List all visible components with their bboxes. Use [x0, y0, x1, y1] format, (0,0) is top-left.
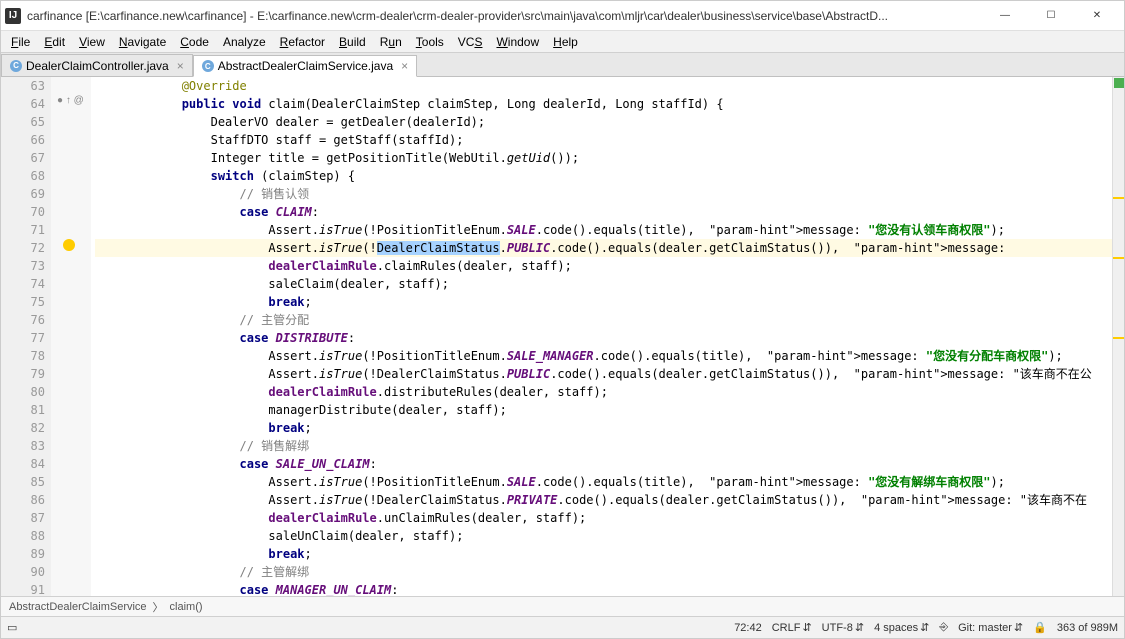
menu-code[interactable]: Code: [174, 33, 215, 51]
breadcrumb-separator: 〉: [153, 599, 164, 615]
error-stripe[interactable]: [1112, 77, 1124, 596]
gutter-icon-strip: ● ↑ @: [51, 77, 91, 596]
editor-tabs: C DealerClaimController.java × C Abstrac…: [1, 53, 1124, 77]
memory-indicator[interactable]: 363 of 989M: [1057, 622, 1118, 634]
menu-analyze[interactable]: Analyze: [217, 33, 272, 51]
maximize-button[interactable]: ☐: [1028, 1, 1074, 31]
breadcrumb: AbstractDealerClaimService 〉 claim(): [1, 596, 1124, 616]
menu-refactor[interactable]: Refactor: [274, 33, 331, 51]
git-branch[interactable]: Git: master ⇵: [958, 621, 1023, 634]
indent-setting[interactable]: 4 spaces ⇵: [874, 621, 929, 634]
code-editor[interactable]: @Override public void claim(DealerClaimS…: [91, 77, 1112, 596]
tab-dealer-claim-controller[interactable]: C DealerClaimController.java ×: [1, 54, 193, 76]
menu-file[interactable]: File: [5, 33, 36, 51]
lock-icon[interactable]: 🔒: [1033, 621, 1047, 634]
window-title: carfinance [E:\carfinance.new\carfinance…: [27, 9, 982, 23]
readonly-toggle-icon[interactable]: ⎆: [939, 621, 948, 634]
menu-tools[interactable]: Tools: [410, 33, 450, 51]
minimize-button[interactable]: —: [982, 1, 1028, 31]
java-class-icon: C: [202, 60, 214, 72]
menu-build[interactable]: Build: [333, 33, 372, 51]
java-class-icon: C: [10, 60, 22, 72]
window-controls: — ☐ ✕: [982, 1, 1120, 31]
tab-label: DealerClaimController.java: [26, 59, 169, 73]
line-number-gutter[interactable]: 63 64 65 66 67 68 69 70 71 72 73 74 75 7…: [1, 77, 51, 596]
title-bar: IJ carfinance [E:\carfinance.new\carfina…: [1, 1, 1124, 31]
caret-position[interactable]: 72:42: [734, 622, 762, 634]
close-icon[interactable]: ×: [177, 59, 184, 73]
close-button[interactable]: ✕: [1074, 1, 1120, 31]
menu-help[interactable]: Help: [547, 33, 584, 51]
editor-area: 63 64 65 66 67 68 69 70 71 72 73 74 75 7…: [1, 77, 1124, 596]
breadcrumb-method[interactable]: claim(): [170, 601, 203, 613]
close-icon[interactable]: ×: [401, 59, 408, 73]
menu-bar: File Edit View Navigate Code Analyze Ref…: [1, 31, 1124, 53]
menu-window[interactable]: Window: [490, 33, 545, 51]
file-encoding[interactable]: UTF-8 ⇵: [822, 621, 864, 634]
inspection-indicator-icon[interactable]: [1114, 78, 1124, 88]
menu-run[interactable]: Run: [374, 33, 408, 51]
menu-vcs[interactable]: VCS: [452, 33, 489, 51]
menu-navigate[interactable]: Navigate: [113, 33, 172, 51]
app-icon: IJ: [5, 8, 21, 24]
override-gutter-icon[interactable]: ● ↑ @: [57, 95, 84, 106]
tab-label: AbstractDealerClaimService.java: [218, 59, 393, 73]
menu-view[interactable]: View: [73, 33, 111, 51]
menu-edit[interactable]: Edit: [38, 33, 71, 51]
breadcrumb-class[interactable]: AbstractDealerClaimService: [9, 601, 147, 613]
line-separator[interactable]: CRLF ⇵: [772, 621, 812, 634]
intention-bulb-icon[interactable]: [63, 239, 75, 251]
tab-abstract-dealer-claim-service[interactable]: C AbstractDealerClaimService.java ×: [193, 55, 417, 77]
status-bar: ▭ 72:42 CRLF ⇵ UTF-8 ⇵ 4 spaces ⇵ ⎆ Git:…: [1, 616, 1124, 638]
tool-window-toggle-icon[interactable]: ▭: [7, 621, 17, 634]
